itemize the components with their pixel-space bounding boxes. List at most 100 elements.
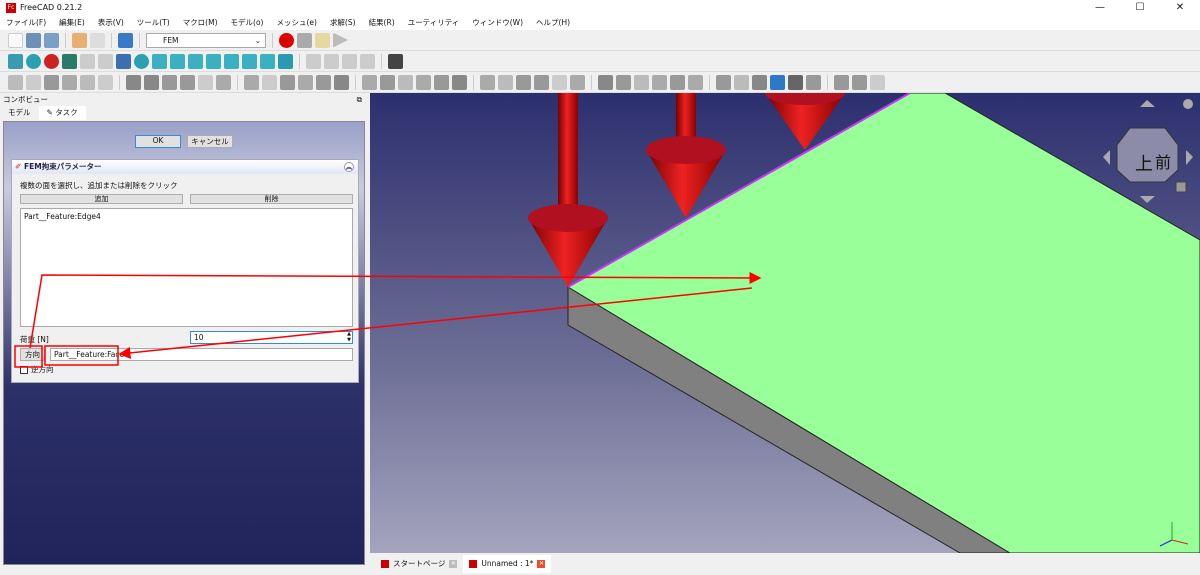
minimize-button[interactable]: — — [1080, 0, 1120, 15]
view-right-icon[interactable] — [206, 53, 221, 69]
fem-tool-icon[interactable] — [616, 74, 631, 90]
fit-selection-icon[interactable] — [26, 53, 41, 69]
record-macro-icon[interactable] — [279, 32, 294, 48]
fem-tool-icon[interactable] — [216, 74, 231, 90]
workbench-selector[interactable]: FEM ⌄ — [146, 32, 266, 48]
list-item[interactable]: Part__Feature:Edge4 — [24, 211, 352, 222]
open-file-icon[interactable] — [26, 32, 41, 48]
menu-results[interactable]: 結果(R) — [369, 17, 395, 28]
reverse-direction-checkbox[interactable]: 逆方向 — [20, 364, 54, 375]
spin-arrows-icon[interactable]: ▲ ▼ — [347, 331, 351, 343]
fem-tool-icon[interactable] — [788, 74, 803, 90]
view-isometric-icon[interactable] — [152, 53, 167, 69]
menu-help[interactable]: ヘルプ(H) — [536, 17, 570, 28]
fem-tool-icon[interactable] — [834, 74, 849, 90]
fem-tool-icon[interactable] — [198, 74, 213, 90]
fem-tool-icon[interactable] — [144, 74, 159, 90]
redo-icon[interactable] — [90, 32, 105, 48]
menu-model[interactable]: モデル(o) — [231, 17, 264, 28]
navigation-cube[interactable]: 上 前 — [1103, 99, 1193, 203]
fem-tool-icon[interactable] — [298, 74, 313, 90]
fem-tool-icon[interactable] — [634, 74, 649, 90]
menu-utilities[interactable]: ユーティリティ — [408, 17, 460, 28]
refresh-icon[interactable] — [118, 32, 133, 48]
view-front-icon[interactable] — [170, 53, 185, 69]
fit-all-icon[interactable] — [8, 53, 23, 69]
add-button[interactable]: 追加 — [20, 194, 183, 204]
view-rear-icon[interactable] — [224, 53, 239, 69]
fem-tool-icon[interactable] — [126, 74, 141, 90]
fem-tool-icon[interactable] — [262, 74, 277, 90]
direction-field[interactable]: Part__Feature:Face4 — [50, 348, 353, 361]
ok-button[interactable]: OK — [135, 135, 181, 148]
fem-tool-icon[interactable] — [80, 74, 95, 90]
fem-tool-icon[interactable] — [806, 74, 821, 90]
fem-tool-icon[interactable] — [180, 74, 195, 90]
back-icon[interactable] — [80, 53, 95, 69]
std-views-icon[interactable] — [116, 53, 131, 69]
view-left-icon[interactable] — [260, 53, 275, 69]
measure-icon[interactable] — [278, 53, 293, 69]
fem-tool-icon[interactable] — [534, 74, 549, 90]
view-top-icon[interactable] — [188, 53, 203, 69]
fem-tool-icon[interactable] — [652, 74, 667, 90]
menu-edit[interactable]: 編集(E) — [59, 17, 85, 28]
fem-tool-icon[interactable] — [498, 74, 513, 90]
fem-tool-icon[interactable] — [334, 74, 349, 90]
fem-tool-icon[interactable] — [98, 74, 113, 90]
fem-tool-icon[interactable] — [598, 74, 613, 90]
checkbox-icon[interactable] — [20, 365, 28, 374]
fem-tool-icon[interactable] — [688, 74, 703, 90]
fem-tool-icon[interactable] — [570, 74, 585, 90]
fem-tool-icon[interactable] — [62, 74, 77, 90]
menu-macro[interactable]: マクロ(M) — [183, 17, 218, 28]
fem-tool-icon[interactable] — [380, 74, 395, 90]
fem-tool-icon[interactable] — [280, 74, 295, 90]
menu-window[interactable]: ウィンドウ(W) — [472, 17, 523, 28]
fem-tool-icon[interactable] — [452, 74, 467, 90]
close-tab-icon[interactable]: ✕ — [449, 560, 458, 568]
new-file-icon[interactable] — [8, 32, 23, 48]
fem-tool-icon[interactable] — [516, 74, 531, 90]
fem-tool-icon[interactable] — [734, 74, 749, 90]
view-bottom-icon[interactable] — [242, 53, 257, 69]
fem-tool-icon[interactable] — [752, 74, 767, 90]
menu-file[interactable]: ファイル(F) — [6, 17, 46, 28]
undock-icon[interactable]: ⧉ — [357, 93, 362, 106]
fem-tool-icon[interactable] — [852, 74, 867, 90]
fem-tool-icon[interactable] — [316, 74, 331, 90]
fem-tool-icon[interactable] — [26, 74, 41, 90]
fem-tool-icon[interactable] — [870, 74, 885, 90]
fem-tool-icon[interactable] — [770, 74, 785, 90]
save-icon[interactable] — [44, 32, 59, 48]
cancel-button[interactable]: キャンセル — [187, 135, 233, 148]
draw-style-icon[interactable] — [44, 53, 59, 69]
maximize-button[interactable]: ☐ — [1120, 0, 1160, 15]
fem-tool-icon[interactable] — [44, 74, 59, 90]
menu-mesh[interactable]: メッシュ(e) — [276, 17, 316, 28]
fem-tool-icon[interactable] — [552, 74, 567, 90]
bounding-box-icon[interactable] — [62, 53, 77, 69]
menu-solve[interactable]: 求解(S) — [330, 17, 356, 28]
tab-model[interactable]: モデル — [0, 106, 39, 120]
tab-task[interactable]: ✎ タスク — [38, 106, 86, 120]
direction-button[interactable]: 方向 — [20, 348, 45, 361]
remove-button[interactable]: 削除 — [190, 194, 353, 204]
tab-unnamed[interactable]: Unnamed : 1* ✕ — [463, 555, 552, 573]
tab-start-page[interactable]: スタートページ ✕ — [375, 555, 463, 573]
close-tab-icon[interactable]: ✕ — [537, 560, 546, 568]
edit-macro-icon[interactable] — [315, 32, 330, 48]
fem-tool-icon[interactable] — [8, 74, 23, 90]
fem-tool-icon[interactable] — [244, 74, 259, 90]
menu-view[interactable]: 表示(V) — [98, 17, 124, 28]
fem-tool-icon[interactable] — [716, 74, 731, 90]
stop-macro-icon[interactable] — [297, 32, 312, 48]
references-list[interactable]: Part__Feature:Edge4 — [20, 208, 353, 327]
zoom-icon[interactable] — [134, 53, 149, 69]
fem-tool-icon[interactable] — [162, 74, 177, 90]
load-input[interactable]: 10 ▲ ▼ — [190, 331, 353, 344]
collapse-icon[interactable]: ︽ — [344, 162, 354, 172]
3d-viewport[interactable]: 上 前 — [370, 93, 1200, 553]
link-icon[interactable] — [342, 53, 357, 69]
group-icon[interactable] — [324, 53, 339, 69]
